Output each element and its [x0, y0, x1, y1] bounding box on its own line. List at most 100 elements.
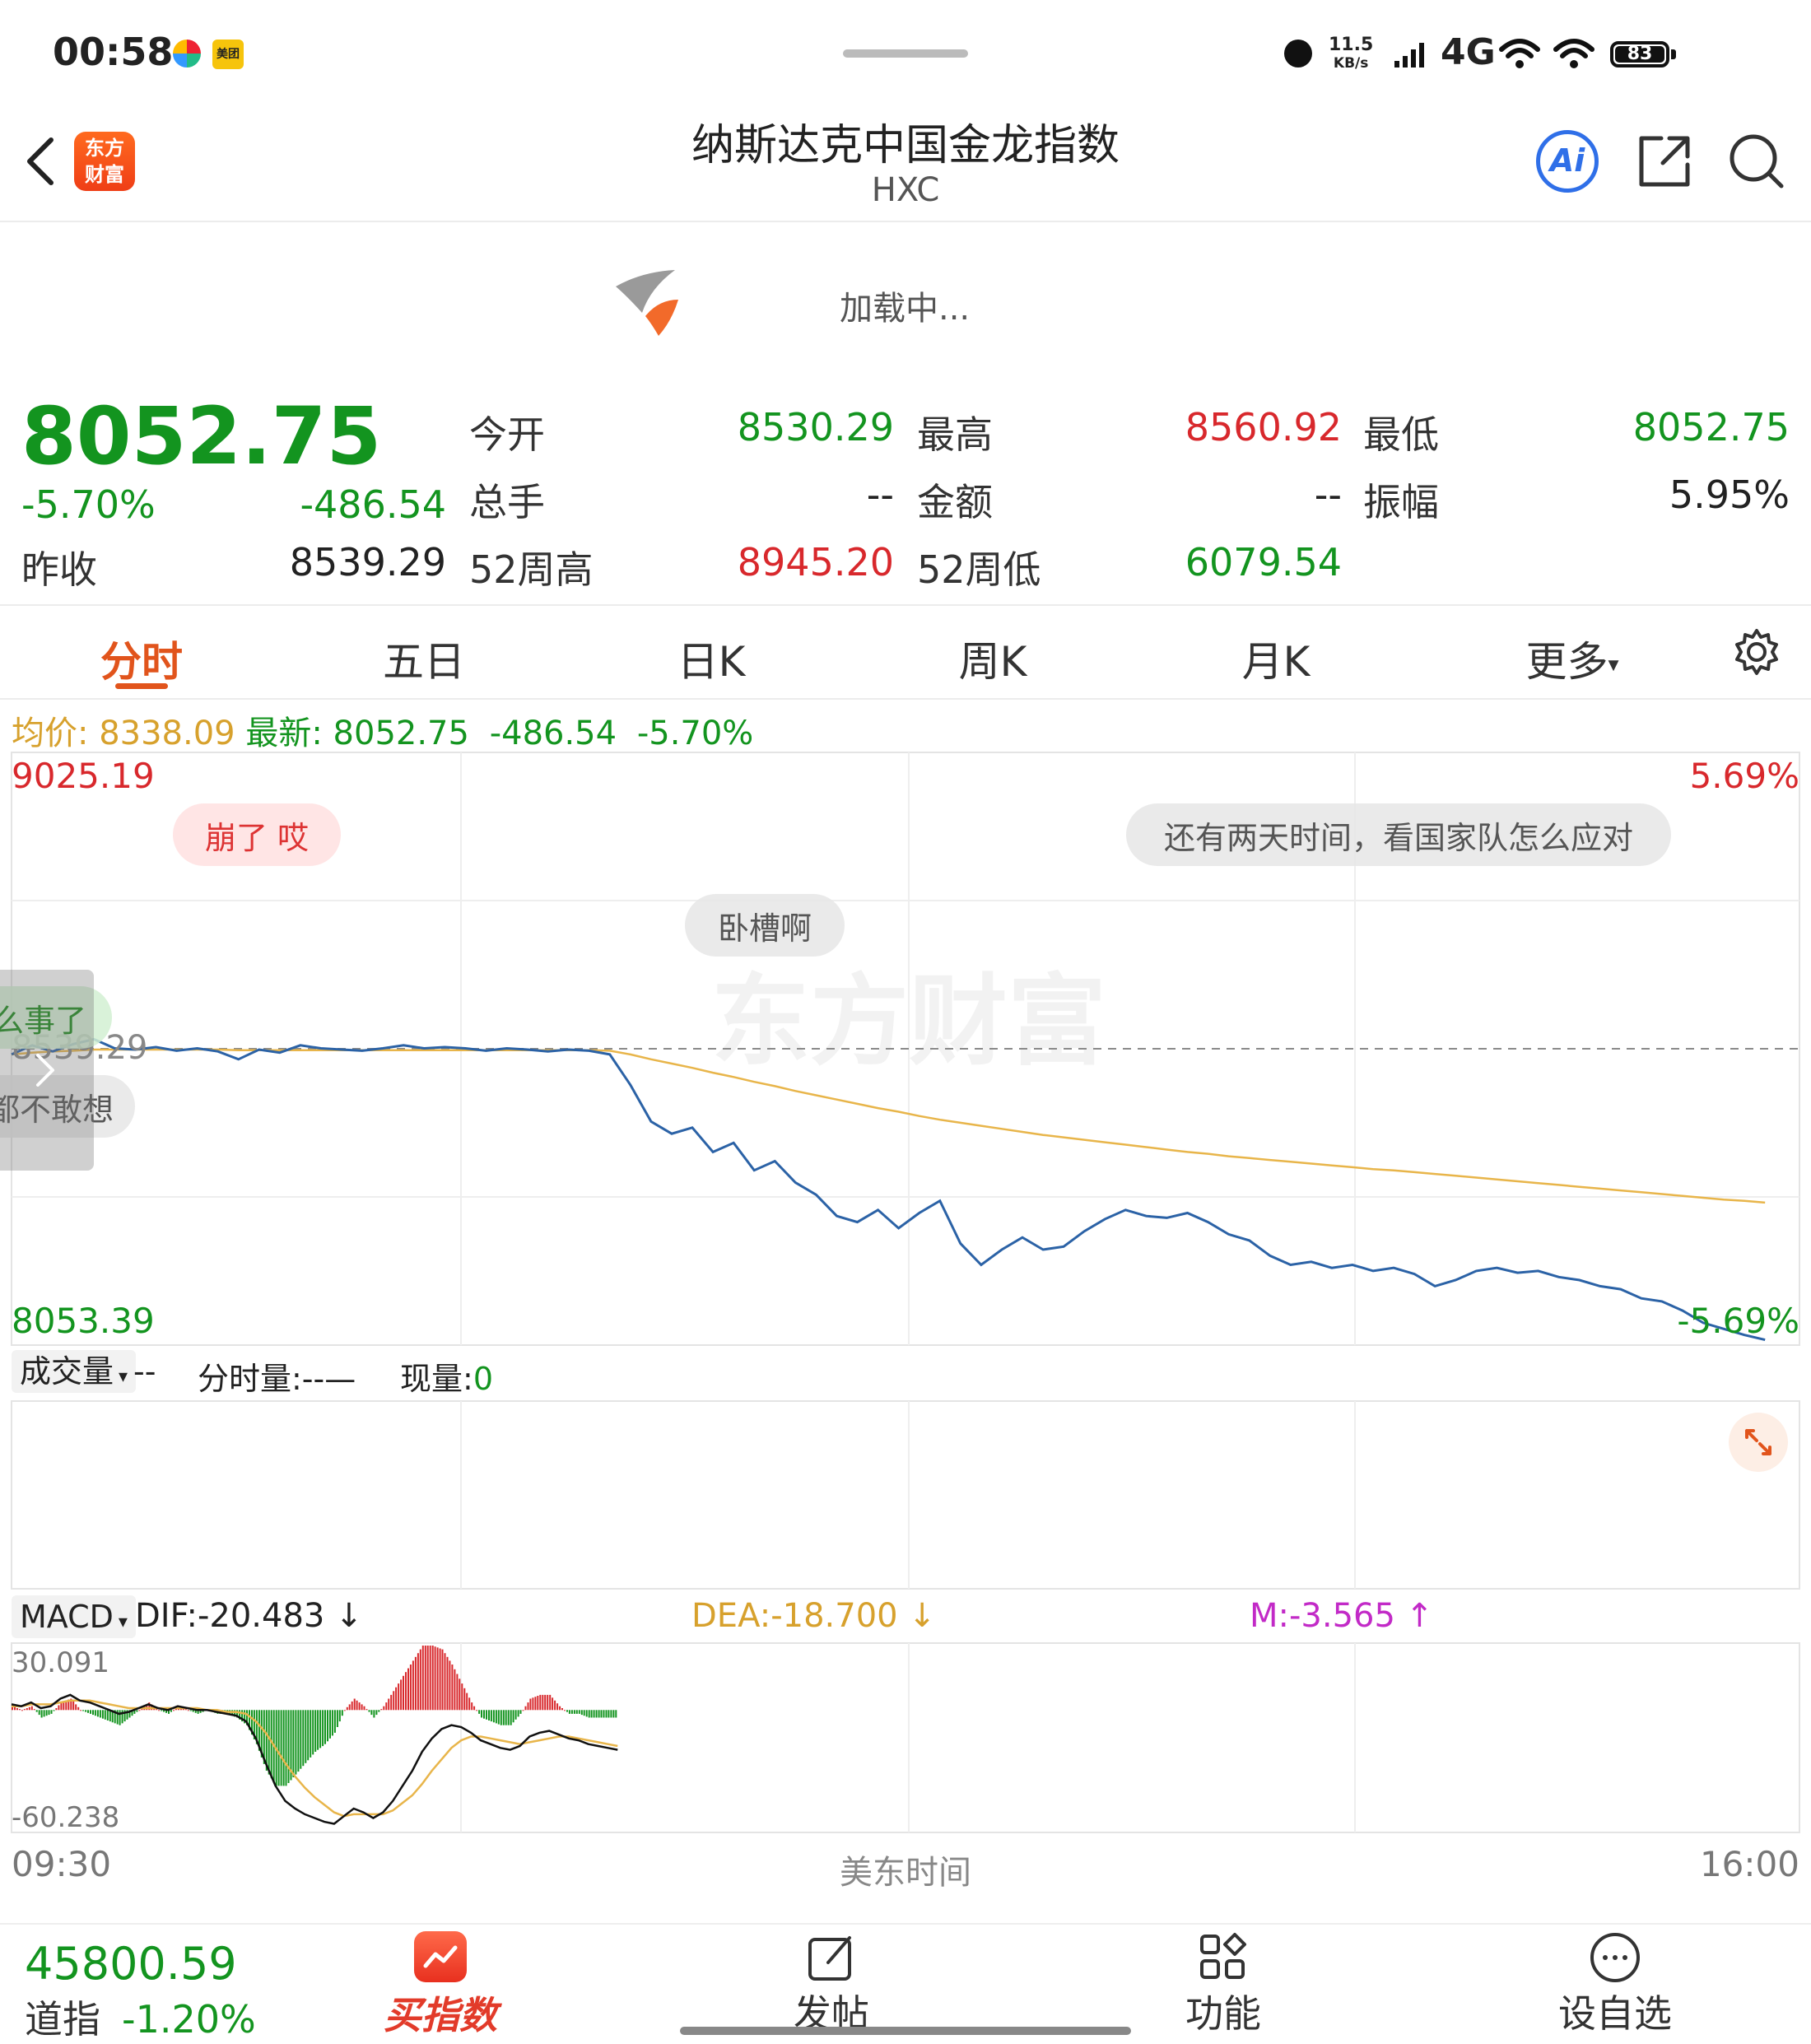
alarm-icon [1284, 40, 1312, 68]
macd-chart[interactable] [0, 1641, 1811, 1834]
macd-selector[interactable]: MACD ▾ [12, 1595, 136, 1638]
macd-histogram-bar [48, 1710, 50, 1716]
macd-histogram-bar [510, 1710, 512, 1725]
macd-histogram-bar [380, 1709, 383, 1711]
add-watchlist-button[interactable]: 设自选 [1549, 1931, 1681, 2038]
tab-monthly-k[interactable]: 月K [1210, 629, 1342, 688]
danmaku-bubble[interactable]: 崩了 哎 [173, 803, 341, 866]
post-button[interactable]: 发帖 [774, 1931, 889, 2038]
pct-axis-min: -5.69% [1677, 1301, 1799, 1341]
macd-histogram-bar [14, 1706, 16, 1711]
macd-histogram-bar [287, 1710, 290, 1783]
index-ticker[interactable]: 45800.59 道指 -1.20% [25, 1938, 256, 2044]
buy-index-button[interactable]: 买指数 [379, 1931, 502, 2040]
macd-histogram-bar [295, 1710, 297, 1775]
macd-histogram-bar [101, 1710, 104, 1719]
macd-histogram-bar [612, 1710, 615, 1718]
net-speed-unit: KB/s [1333, 55, 1369, 72]
macd-histogram-bar [388, 1698, 390, 1711]
change-amount: -486.54 [300, 482, 446, 527]
macd-histogram-bar [50, 1710, 53, 1714]
macd-histogram-bar [537, 1696, 539, 1711]
side-drawer-handle[interactable] [0, 970, 94, 1171]
macd-histogram-bar [161, 1710, 163, 1711]
settings-gear-icon[interactable] [1732, 627, 1781, 677]
macd-histogram-bar [343, 1710, 346, 1711]
macd-histogram-bar [80, 1710, 82, 1711]
macd-histogram-bar [588, 1710, 590, 1718]
tab-daily-k[interactable]: 日K [645, 629, 777, 688]
macd-histogram-bar [539, 1694, 542, 1711]
status-bar: 00:58 美团 11.5 KB/s 4G 83 [0, 0, 1811, 115]
macd-dea: DEA:-18.700 ↓ [691, 1597, 936, 1635]
macd-histogram-bar [398, 1683, 400, 1711]
low-label: 最低 [1363, 412, 1439, 457]
macd-histogram-bar [412, 1660, 414, 1711]
prev-close-value: 8539.29 [289, 540, 446, 584]
amplitude-label: 振幅 [1363, 480, 1439, 524]
ticker-percent: -1.20% [122, 1997, 256, 2042]
macd-dif-value: DIF:-20.483 [135, 1597, 325, 1635]
caret-down-icon: ▾ [118, 1612, 128, 1632]
avg-price-value: 8338.09 [99, 715, 235, 752]
macd-histogram-bar [106, 1710, 109, 1720]
macd-histogram-bar [459, 1679, 461, 1711]
macd-histogram-bar [446, 1656, 449, 1711]
high-label: 最高 [917, 412, 993, 457]
macd-histogram-bar [109, 1710, 111, 1722]
tab-five-day[interactable]: 五日 [358, 629, 490, 688]
tabs-divider [0, 698, 1811, 700]
back-icon[interactable] [21, 135, 58, 188]
macd-histogram-bar [547, 1694, 549, 1711]
macd-histogram-bar [373, 1710, 375, 1718]
page-title: 纳斯达克中国金龙指数 [691, 121, 1120, 170]
macd-histogram-bar [72, 1701, 75, 1711]
macd-histogram-bar [346, 1706, 348, 1711]
macd-histogram-bar [466, 1692, 468, 1711]
macd-histogram-bar [532, 1697, 534, 1711]
caret-down-icon: ▾ [1608, 652, 1619, 677]
avg-price-label: 均价: [12, 715, 89, 752]
macd-histogram-bar [497, 1710, 500, 1725]
macd-histogram-bar [184, 1709, 187, 1711]
tab-weekly-k[interactable]: 周K [927, 629, 1059, 688]
macd-histogram-bar [566, 1710, 568, 1712]
danmaku-bubble[interactable]: 还有两天时间，看国家队怎么应对 [1126, 803, 1671, 866]
ticker-name: 道指 [25, 1997, 100, 2042]
macd-histogram-bar [454, 1669, 456, 1711]
macd-histogram-bar [297, 1710, 300, 1772]
danmaku-bubble[interactable]: 卧槽啊 [685, 894, 845, 957]
volume-selector[interactable]: 成交量 ▾ [12, 1350, 137, 1393]
ticker-value: 45800.59 [25, 1938, 237, 1990]
macd-histogram-bar [419, 1649, 421, 1711]
macd-histogram-bar [605, 1710, 608, 1718]
tab-intraday[interactable]: 分时 [76, 629, 207, 688]
open-value: 8530.29 [737, 405, 894, 449]
macd-histogram-bar [170, 1710, 172, 1712]
price-axis-min: 8053.39 [12, 1301, 155, 1341]
macd-histogram-bar [305, 1710, 307, 1763]
time-axis-end: 16:00 [1699, 1844, 1799, 1884]
drag-handle [843, 49, 968, 58]
macd-histogram-bar [375, 1710, 378, 1716]
macd-histogram-bar [277, 1710, 280, 1786]
macd-histogram-bar [378, 1710, 380, 1712]
macd-histogram-bar [527, 1702, 529, 1711]
tab-more[interactable]: 更多▾ [1506, 629, 1638, 688]
macd-histogram-bar [500, 1710, 502, 1725]
functions-button[interactable]: 功能 [1166, 1931, 1281, 2038]
expand-chart-button[interactable] [1729, 1413, 1788, 1472]
ai-button[interactable]: Ai [1536, 130, 1599, 193]
search-icon[interactable] [1727, 132, 1786, 191]
expand-icon [1745, 1429, 1771, 1455]
quote-divider [0, 604, 1811, 606]
macd-histogram-bar [486, 1710, 487, 1720]
macd-histogram-bar [363, 1706, 365, 1711]
latest-change: -486.54 [489, 715, 617, 752]
macd-histogram-bar [495, 1710, 497, 1724]
macd-histogram-bar [575, 1710, 578, 1714]
share-icon[interactable] [1636, 133, 1692, 189]
functions-label: 功能 [1185, 1991, 1261, 2036]
macd-histogram-bar [33, 1709, 35, 1711]
macd-histogram-bar [554, 1700, 556, 1711]
